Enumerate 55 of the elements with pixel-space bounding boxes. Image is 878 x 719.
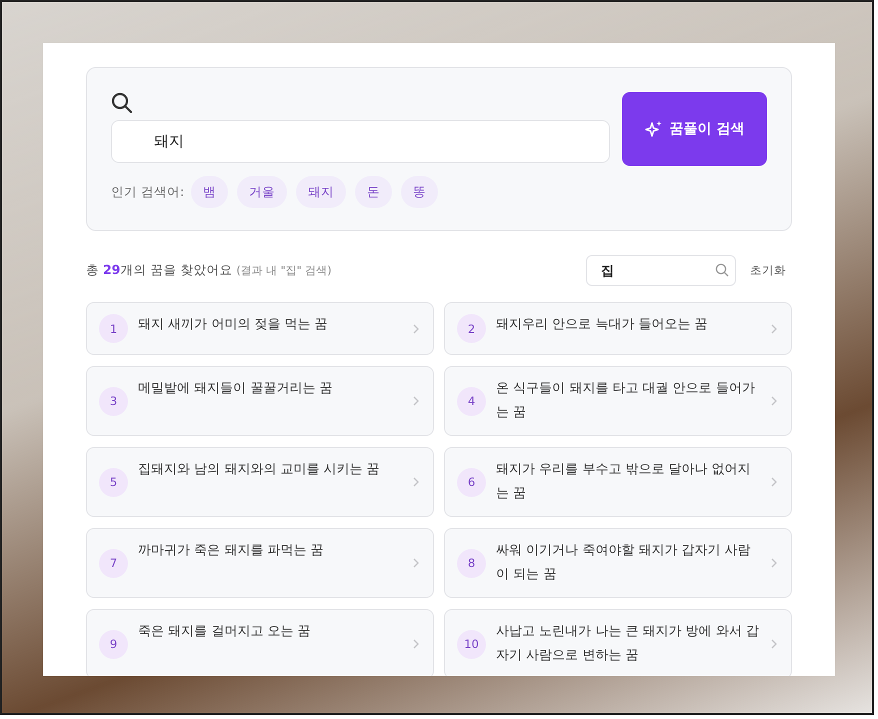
- dream-title: 사납고 노린내가 나는 큰 돼지가 방에 와서 갑자기 사람으로 변하는 꿈: [496, 623, 760, 665]
- dream-title: 돼지가 우리를 부수고 밖으로 달아나 없어지는 꿈: [496, 461, 752, 503]
- keyword-chip[interactable]: 뱀: [191, 176, 228, 208]
- dream-card[interactable]: 1 돼지 새끼가 어미의 젖을 먹는 꿈: [86, 302, 434, 355]
- dream-title: 돼지우리 안으로 늑대가 들어오는 꿈: [496, 316, 709, 334]
- chevron-icon: [413, 558, 419, 568]
- number-badge: 1: [99, 314, 128, 343]
- search-icon: [111, 92, 133, 114]
- number-badge: 4: [457, 386, 486, 416]
- dream-title: 죽은 돼지를 걸머지고 오는 꿈: [138, 623, 312, 641]
- number-badge: 3: [99, 386, 128, 416]
- dream-title: 온 식구들이 돼지를 타고 대궐 안으로 들어가는 꿈: [496, 380, 756, 422]
- chevron-icon: [771, 558, 777, 568]
- number-badge: 7: [99, 548, 128, 578]
- keyword-chip[interactable]: 돈: [355, 176, 392, 208]
- sparkle-icon: [644, 120, 663, 138]
- number-badge: 9: [99, 630, 128, 658]
- search-button[interactable]: 꿈풀이 검색: [622, 92, 767, 166]
- dream-card[interactable]: 5 집돼지와 남의 돼지와의 교미를 시키는 꿈: [86, 447, 434, 517]
- chevron-icon: [413, 639, 419, 649]
- dream-card[interactable]: 4 온 식구들이 돼지를 타고 대궐 안으로 들어가는 꿈: [444, 366, 792, 436]
- dream-card[interactable]: 8 싸워 이기거나 죽여야할 돼지가 갑자기 사람이 되는 꿈: [444, 528, 792, 598]
- dream-title: 싸워 이기거나 죽여야할 돼지가 갑자기 사람이 되는 꿈: [496, 542, 752, 584]
- chevron-icon: [413, 324, 419, 334]
- keyword-chip[interactable]: 똥: [401, 176, 438, 208]
- dream-title: 돼지 새끼가 어미의 젖을 먹는 꿈: [138, 316, 329, 334]
- chevron-icon: [413, 396, 419, 406]
- chevron-icon: [413, 477, 419, 487]
- reset-button[interactable]: 초기화: [750, 263, 792, 278]
- dream-title: 메밀밭에 돼지들이 꿀꿀거리는 꿈: [138, 380, 334, 398]
- dream-title: 까마귀가 죽은 돼지를 파먹는 꿈: [138, 542, 325, 560]
- chevron-icon: [771, 477, 777, 487]
- popular-label: 인기 검색어:: [111, 184, 184, 200]
- search-field[interactable]: 돼지: [111, 120, 610, 163]
- number-badge: 10: [457, 630, 486, 658]
- filter-note: (결과 내 "집" 검색): [236, 264, 332, 277]
- search-icon: [715, 263, 729, 277]
- number-badge: 6: [457, 468, 486, 496]
- dream-card[interactable]: 6 돼지가 우리를 부수고 밖으로 달아나 없어지는 꿈: [444, 447, 792, 517]
- number-badge: 5: [99, 468, 128, 496]
- filter-field[interactable]: 집: [586, 255, 736, 286]
- chevron-icon: [771, 639, 777, 649]
- dream-card[interactable]: 10 사납고 노린내가 나는 큰 돼지가 방에 와서 갑자기 사람으로 변하는 꿈: [444, 609, 792, 676]
- keyword-chip[interactable]: 거울: [237, 176, 288, 208]
- number-badge: 8: [457, 548, 486, 578]
- chevron-icon: [771, 324, 777, 334]
- dream-card[interactable]: 3 메밀밭에 돼지들이 꿀꿀거리는 꿈: [86, 366, 434, 436]
- dream-card[interactable]: 7 까마귀가 죽은 돼지를 파먹는 꿈: [86, 528, 434, 598]
- result-count: 총 29개의 꿈을 찾았어요: [86, 262, 232, 277]
- dream-title: 집돼지와 남의 돼지와의 교미를 시키는 꿈: [138, 461, 381, 479]
- keyword-chip[interactable]: 돼지: [296, 176, 346, 208]
- dream-card[interactable]: 2 돼지우리 안으로 늑대가 들어오는 꿈: [444, 302, 792, 355]
- dream-card[interactable]: 9 죽은 돼지를 걸머지고 오는 꿈: [86, 609, 434, 676]
- number-badge: 2: [457, 314, 486, 343]
- chevron-icon: [771, 396, 777, 406]
